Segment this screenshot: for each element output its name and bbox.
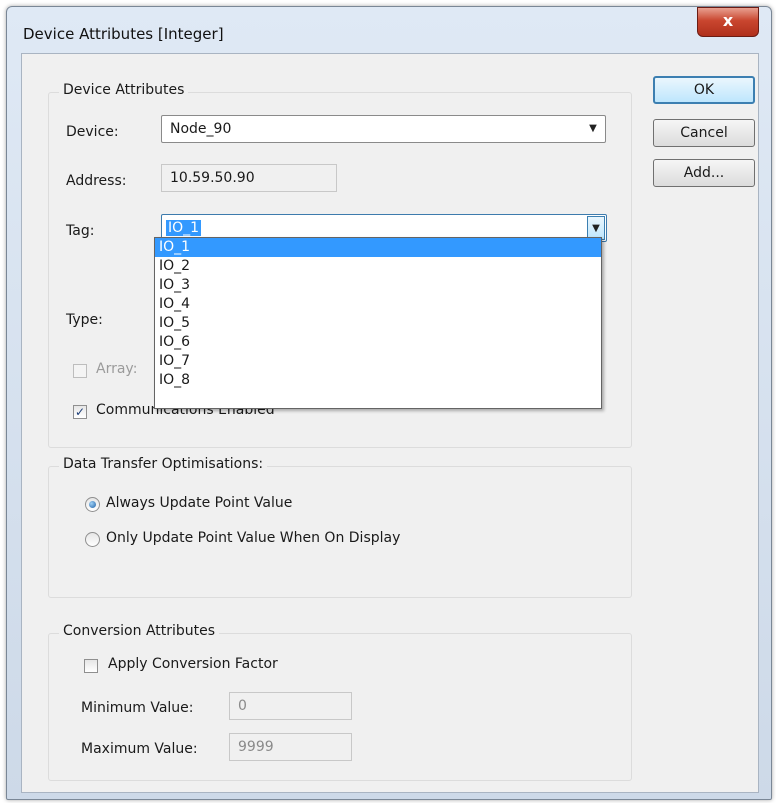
- window-title: Device Attributes [Integer]: [23, 25, 224, 43]
- address-field: 10.59.50.90: [161, 164, 337, 192]
- chevron-down-icon: ▼: [589, 123, 597, 134]
- close-icon: x: [722, 11, 734, 30]
- close-button[interactable]: x: [697, 7, 759, 37]
- device-value: Node_90: [170, 121, 232, 137]
- tag-dropdown-list: IO_1 IO_2 IO_3 IO_4 IO_5 IO_6 IO_7 IO_8: [154, 237, 602, 409]
- tag-option[interactable]: IO_4: [155, 295, 601, 314]
- tag-option[interactable]: IO_7: [155, 352, 601, 371]
- tag-option[interactable]: IO_3: [155, 276, 601, 295]
- title-bar[interactable]: Device Attributes [Integer] x: [7, 7, 771, 53]
- tag-label: Tag:: [66, 223, 95, 239]
- ok-button[interactable]: OK: [653, 76, 755, 104]
- minimum-value-label: Minimum Value:: [81, 700, 194, 716]
- device-select[interactable]: Node_90 ▼: [161, 115, 606, 143]
- maximum-value: 9999: [238, 739, 274, 755]
- tag-option[interactable]: IO_8: [155, 371, 601, 390]
- minimum-value-input[interactable]: 0: [229, 692, 352, 720]
- checkmark-icon: ✓: [74, 405, 86, 419]
- display-update-radio[interactable]: [85, 532, 100, 547]
- comms-checkbox[interactable]: ✓: [73, 405, 87, 419]
- minimum-value: 0: [238, 698, 247, 714]
- data-transfer-legend: Data Transfer Optimisations:: [59, 456, 268, 472]
- radio-dot: [89, 501, 96, 508]
- display-update-label: Only Update Point Value When On Display: [106, 530, 401, 546]
- tag-option[interactable]: IO_6: [155, 333, 601, 352]
- conversion-legend: Conversion Attributes: [59, 623, 220, 639]
- address-label: Address:: [66, 173, 127, 189]
- device-attributes-legend: Device Attributes: [59, 82, 189, 98]
- add-button[interactable]: Add...: [653, 159, 755, 187]
- apply-conversion-checkbox[interactable]: [84, 659, 98, 673]
- address-value: 10.59.50.90: [170, 170, 255, 186]
- maximum-value-label: Maximum Value:: [81, 741, 198, 757]
- cancel-button[interactable]: Cancel: [653, 119, 755, 147]
- always-update-radio[interactable]: [85, 497, 100, 512]
- array-checkbox[interactable]: [73, 364, 87, 378]
- tag-option[interactable]: IO_2: [155, 257, 601, 276]
- device-label: Device:: [66, 124, 119, 140]
- type-label: Type:: [66, 312, 103, 328]
- array-label: Array:: [96, 361, 138, 377]
- dialog-body: Device Attributes Device: Node_90 ▼ Addr…: [21, 53, 759, 793]
- tag-option[interactable]: IO_1: [155, 238, 601, 257]
- maximum-value-input[interactable]: 9999: [229, 733, 352, 761]
- apply-conversion-label: Apply Conversion Factor: [108, 656, 278, 672]
- tag-option[interactable]: IO_5: [155, 314, 601, 333]
- always-update-label: Always Update Point Value: [106, 495, 293, 511]
- tag-value: IO_1: [166, 220, 202, 236]
